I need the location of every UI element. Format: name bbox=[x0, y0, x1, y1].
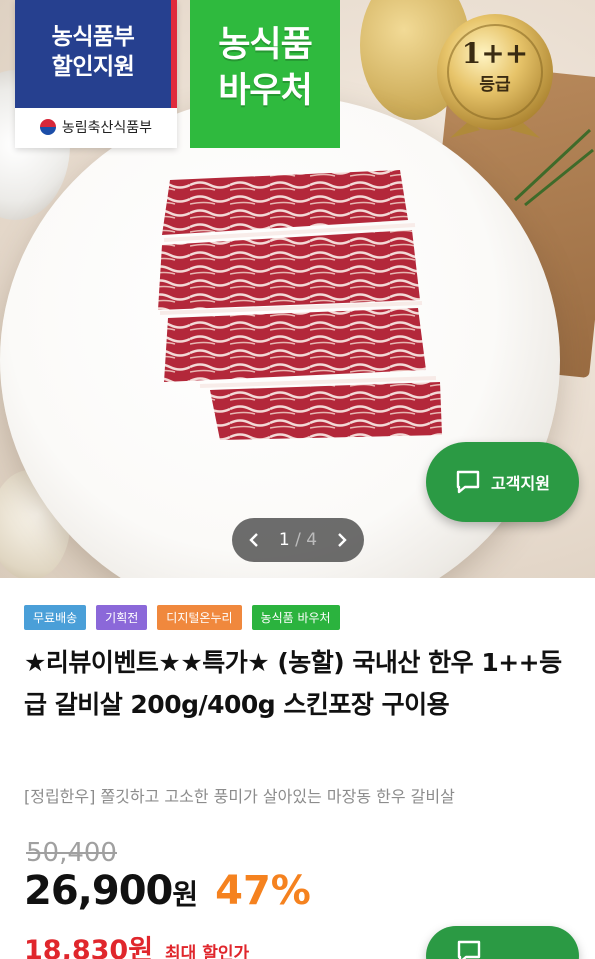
discount-rate: 47% bbox=[215, 868, 311, 914]
max-discount-row: 18,830원 최대 할인가 bbox=[24, 928, 249, 959]
chat-bubble-icon bbox=[457, 940, 481, 959]
tag-food-voucher: 농식품 바우처 bbox=[251, 605, 340, 630]
customer-support-button[interactable]: 고객지원 bbox=[426, 442, 579, 522]
chevron-left-icon[interactable] bbox=[248, 532, 260, 548]
voucher-badge: 농식품 바우처 bbox=[190, 0, 340, 148]
pager-current: 1 bbox=[278, 530, 290, 550]
pager-count: 1 / 4 bbox=[279, 530, 317, 550]
voucher-line-2: 바우처 bbox=[218, 71, 313, 111]
sale-price-unit: 원 bbox=[172, 878, 198, 911]
product-title: ★리뷰이벤트★★특가★ (농할) 국내산 한우 1++등급 갈비살 200g/4… bbox=[24, 648, 562, 719]
product-tags: 무료배송 기획전 디지털온누리 농식품 바우처 bbox=[24, 605, 340, 630]
taegeuk-icon bbox=[39, 119, 56, 135]
sale-price: 26,900원 bbox=[24, 868, 198, 914]
product-image-carousel[interactable]: 농식품부 할인지원 농림축산식품부 농식품 바우처 1++ 등급 고객지원 1 … bbox=[0, 0, 595, 578]
gov-badge-line-2: 할인지원 bbox=[51, 54, 135, 80]
voucher-line-1: 농식품 bbox=[218, 25, 313, 65]
beef-rib-meat bbox=[158, 170, 442, 440]
grade-label: 1++ 등급 bbox=[430, 37, 560, 96]
product-subtitle: [정립한우] 쫄깃하고 고소한 풍미가 살아있는 마장동 한우 갈비살 bbox=[24, 787, 455, 806]
chevron-right-icon[interactable] bbox=[336, 532, 348, 548]
max-discount-price: 18,830원 bbox=[24, 935, 154, 959]
original-price: 50,400 bbox=[26, 838, 117, 868]
government-discount-badge: 농식품부 할인지원 농림축산식품부 bbox=[15, 0, 177, 148]
grade-value: 1++ bbox=[461, 37, 529, 70]
chat-bubble-icon bbox=[456, 470, 480, 494]
tag-special-exhibition: 기획전 bbox=[96, 605, 148, 630]
tag-digital-onnuri: 디지털온누리 bbox=[157, 605, 242, 630]
grade-unit: 등급 bbox=[479, 75, 511, 95]
carousel-pager: 1 / 4 bbox=[232, 518, 364, 562]
price-row: 26,900원 47% bbox=[24, 868, 311, 914]
floating-action-button[interactable] bbox=[426, 926, 579, 959]
tag-free-shipping: 무료배송 bbox=[24, 605, 87, 630]
pager-separator: / bbox=[295, 530, 301, 550]
pager-total: 4 bbox=[306, 530, 318, 550]
max-discount-label: 최대 할인가 bbox=[165, 944, 250, 959]
customer-support-label: 고객지원 bbox=[491, 474, 550, 493]
sale-price-number: 26,900 bbox=[24, 868, 173, 914]
ministry-name: 농림축산식품부 bbox=[61, 120, 153, 136]
gov-badge-line-1: 농식품부 bbox=[51, 24, 135, 50]
